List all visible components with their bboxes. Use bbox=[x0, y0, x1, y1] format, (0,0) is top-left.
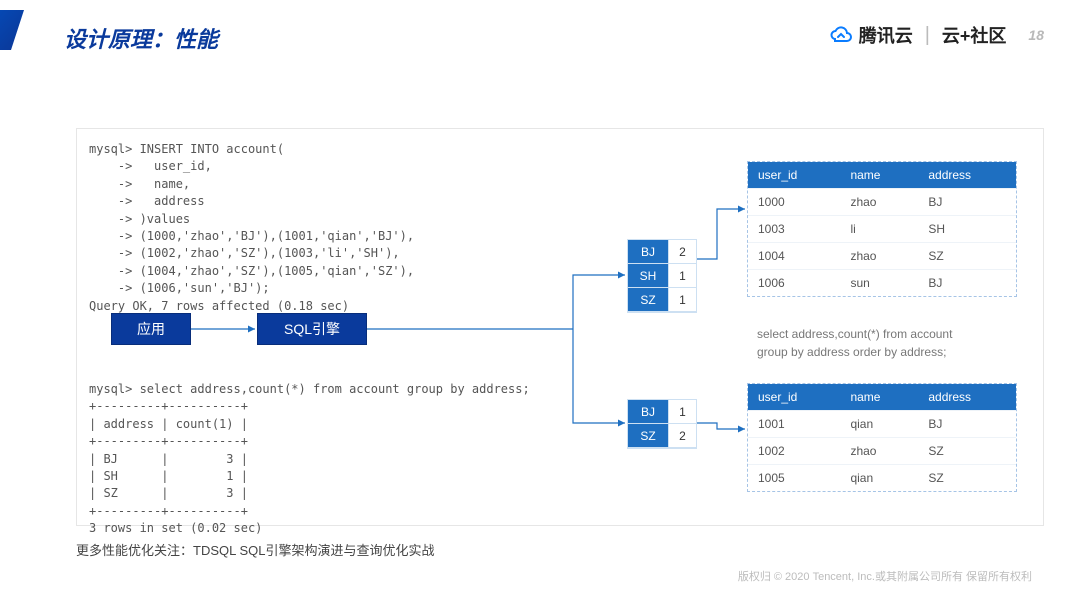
table-row: 1002zhaoSZ bbox=[748, 438, 1016, 465]
sql-insert-code: mysql> INSERT INTO account( -> user_id, … bbox=[89, 141, 414, 315]
th-address: address bbox=[918, 384, 1016, 411]
th-name: name bbox=[840, 162, 918, 189]
sql-note: select address,count(*) from account gro… bbox=[757, 325, 952, 361]
brand-community: 云+社区 bbox=[942, 22, 1007, 48]
mini-cell: SH bbox=[628, 264, 668, 288]
data-table-bottom: user_id name address 1001qianBJ 1002zhao… bbox=[747, 383, 1017, 492]
table-row: 1003liSH bbox=[748, 216, 1016, 243]
table-row: 1000zhaoBJ bbox=[748, 189, 1016, 216]
table-row: 1006sunBJ bbox=[748, 270, 1016, 297]
th-userid: user_id bbox=[748, 162, 840, 189]
table-row: 1005qianSZ bbox=[748, 465, 1016, 492]
sql-select-code: mysql> select address,count(*) from acco… bbox=[89, 381, 530, 538]
cloud-icon bbox=[829, 23, 853, 47]
content-box: mysql> INSERT INTO account( -> user_id, … bbox=[76, 128, 1044, 526]
table-row: 1001qianBJ bbox=[748, 411, 1016, 438]
brand-separator: | bbox=[925, 24, 930, 47]
mini-cell: 1 bbox=[668, 288, 696, 312]
page-title: 设计原理：性能 bbox=[64, 22, 218, 54]
mini-table-top: BJ2 SH1 SZ1 bbox=[627, 239, 697, 313]
mini-cell: SZ bbox=[628, 424, 668, 448]
mini-table-bottom: BJ1 SZ2 bbox=[627, 399, 697, 449]
brand-area: 腾讯云 | 云+社区 18 bbox=[829, 22, 1044, 48]
app-label: 应用 bbox=[137, 319, 165, 339]
table-row: 1004zhaoSZ bbox=[748, 243, 1016, 270]
brand-cloud: 腾讯云 bbox=[829, 22, 913, 48]
page-number: 18 bbox=[1028, 27, 1044, 43]
mini-cell: BJ bbox=[628, 400, 668, 424]
th-userid: user_id bbox=[748, 384, 840, 411]
title-bar: 设计原理：性能 bbox=[0, 22, 218, 54]
mini-cell: 1 bbox=[668, 264, 696, 288]
table-header-row: user_id name address bbox=[748, 162, 1016, 189]
mini-cell: BJ bbox=[628, 240, 668, 264]
table-header-row: user_id name address bbox=[748, 384, 1016, 411]
app-box: 应用 bbox=[111, 313, 191, 345]
copyright: 版权归 © 2020 Tencent, Inc.或其附属公司所有 保留所有权利 bbox=[738, 568, 1032, 584]
th-address: address bbox=[918, 162, 1016, 189]
mini-cell: 2 bbox=[668, 424, 696, 448]
th-name: name bbox=[840, 384, 918, 411]
sql-engine-box: SQL引擎 bbox=[257, 313, 367, 345]
mini-cell: SZ bbox=[628, 288, 668, 312]
mini-cell: 2 bbox=[668, 240, 696, 264]
brand-cloud-text: 腾讯云 bbox=[859, 22, 913, 48]
engine-label: SQL引擎 bbox=[284, 319, 340, 339]
data-table-top: user_id name address 1000zhaoBJ 1003liSH… bbox=[747, 161, 1017, 297]
bottom-note: 更多性能优化关注：TDSQL SQL引擎架构演进与查询优化实战 bbox=[76, 540, 434, 559]
mini-cell: 1 bbox=[668, 400, 696, 424]
